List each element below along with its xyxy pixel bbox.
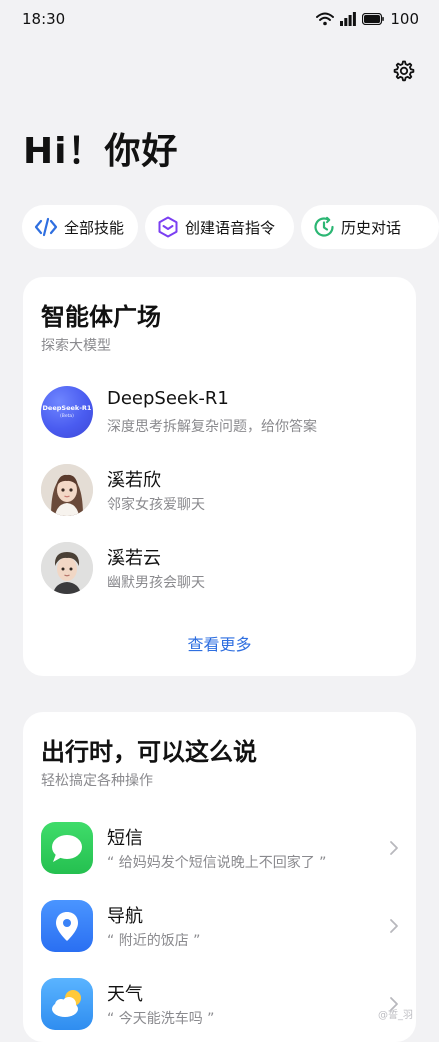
status-time: 18:30: [22, 10, 66, 28]
sms-app-icon: [41, 822, 93, 874]
gear-icon: [393, 60, 415, 82]
battery-icon: [362, 13, 385, 25]
section-subtitle: 轻松搞定各种操作: [41, 773, 153, 789]
message-bubble-icon: [52, 835, 82, 862]
greeting-title: Hi！你好: [23, 131, 179, 172]
command-name: 导航: [107, 906, 143, 927]
section-title: 出行时，可以这么说: [41, 738, 257, 766]
navigation-app-icon: [41, 900, 93, 952]
girl-avatar-image: [41, 464, 93, 516]
location-pin-icon: [56, 912, 78, 941]
signal-icon: [340, 12, 357, 26]
agent-name: 溪若欣: [107, 470, 161, 491]
agent-name: DeepSeek-R1: [107, 388, 229, 409]
deepseek-avatar: DeepSeek-R1 (Beta): [41, 386, 93, 438]
history-chat-chip[interactable]: 历史对话: [301, 205, 439, 249]
code-icon: [34, 217, 58, 237]
agent-description: 深度思考拆解复杂问题，给你答案: [107, 419, 317, 435]
agent-description: 邻家女孩爱聊天: [107, 497, 205, 513]
agent-item-xiruoyun[interactable]: 溪若云 幽默男孩会聊天: [41, 542, 401, 596]
command-item-sms[interactable]: 短信 “ 给妈妈发个短信说晚上不回家了 ”: [41, 822, 401, 876]
hexagon-command-icon: [158, 216, 178, 238]
settings-button[interactable]: [390, 58, 416, 84]
avatar-title: DeepSeek-R1: [42, 404, 92, 412]
chip-label: 创建语音指令: [185, 218, 276, 237]
chip-label: 全部技能: [64, 218, 125, 237]
section-title: 智能体广场: [41, 303, 161, 331]
avatar-subtitle: (Beta): [60, 414, 74, 419]
command-name: 短信: [107, 828, 143, 849]
chevron-right-icon: [390, 841, 398, 855]
weather-app-icon: [41, 978, 93, 1030]
travel-phrases-card: 出行时，可以这么说 轻松搞定各种操作 短信 “ 给妈妈发个短信说晚上不回家了 ”…: [23, 712, 416, 1042]
battery-percent: 100: [390, 10, 419, 28]
watermark-text: @誓_羽: [378, 1010, 413, 1021]
all-skills-chip[interactable]: 全部技能: [22, 205, 138, 249]
wifi-icon: [316, 12, 335, 26]
see-more-link[interactable]: 查看更多: [23, 631, 416, 655]
quick-actions: 全部技能 创建语音指令 历史对话: [22, 205, 439, 251]
girl-avatar: [41, 464, 93, 516]
agent-item-xiruoxin[interactable]: 溪若欣 邻家女孩爱聊天: [41, 464, 401, 518]
agent-description: 幽默男孩会聊天: [107, 575, 205, 591]
agent-name: 溪若云: [107, 548, 161, 569]
status-bar: 18:30 100: [0, 0, 439, 40]
command-example: “ 今天能洗车吗 ”: [107, 1011, 215, 1027]
status-indicators: 100: [316, 9, 419, 29]
command-example: “ 给妈妈发个短信说晚上不回家了 ”: [107, 855, 327, 871]
history-clock-icon: [314, 216, 334, 237]
boy-avatar: [41, 542, 93, 594]
agent-item-deepseek[interactable]: DeepSeek-R1 (Beta) DeepSeek-R1 深度思考拆解复杂问…: [41, 386, 401, 440]
boy-avatar-image: [41, 542, 93, 594]
command-name: 天气: [107, 984, 143, 1005]
section-subtitle: 探索大模型: [41, 338, 111, 354]
chip-label: 历史对话: [341, 218, 402, 237]
command-example: “ 附近的饭店 ”: [107, 933, 201, 949]
create-voice-command-chip[interactable]: 创建语音指令: [145, 205, 294, 249]
agent-plaza-card: 智能体广场 探索大模型 DeepSeek-R1 (Beta) DeepSeek-…: [23, 277, 416, 676]
chevron-right-icon: [390, 919, 398, 933]
watermark: @誓_羽: [378, 1006, 413, 1021]
command-item-navigation[interactable]: 导航 “ 附近的饭店 ”: [41, 900, 401, 954]
weather-cloud-sun-icon: [52, 990, 81, 1017]
